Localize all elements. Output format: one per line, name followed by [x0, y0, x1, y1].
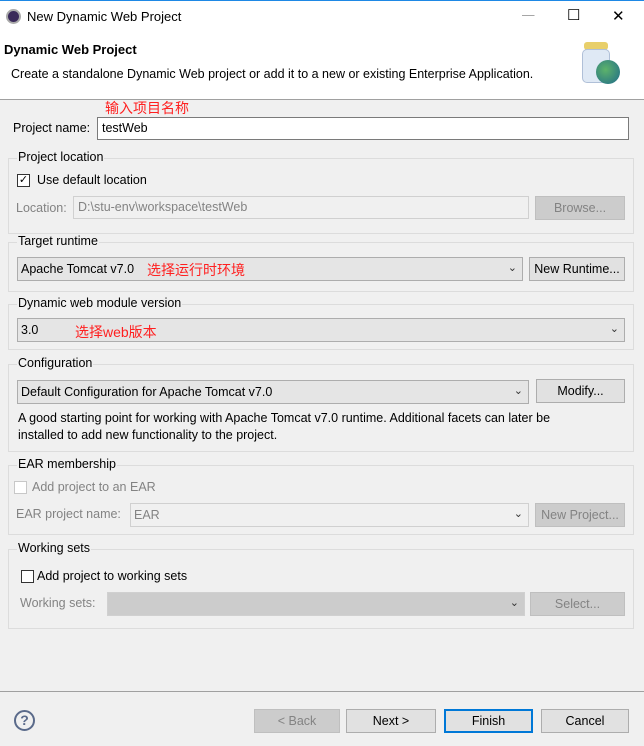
next-button[interactable]: Next >: [346, 709, 436, 733]
modify-button[interactable]: Modify...: [536, 379, 625, 403]
location-input[interactable]: D:\stu-env\workspace\testWeb: [73, 196, 529, 219]
annotation-project-name: 输入项目名称: [105, 100, 189, 116]
chevron-down-icon: ⌄: [609, 323, 619, 335]
chevron-down-icon: ⌄: [507, 262, 517, 274]
chevron-down-icon: ⌄: [513, 508, 523, 520]
group-title: Project location: [17, 150, 105, 164]
back-button[interactable]: < Back: [254, 709, 340, 733]
chevron-down-icon: ⌄: [509, 597, 519, 609]
working-sets-group: Working sets: [8, 541, 634, 629]
group-title: Working sets: [17, 541, 92, 555]
configuration-value: Default Configuration for Apache Tomcat …: [21, 385, 273, 399]
page-description: Create a standalone Dynamic Web project …: [11, 67, 534, 81]
select-button[interactable]: Select...: [530, 592, 625, 616]
module-version-value: 3.0: [21, 323, 39, 337]
add-to-working-sets-label: Add project to working sets: [37, 569, 188, 583]
working-sets-label: Working sets:: [20, 596, 96, 610]
close-button[interactable]: ✕: [612, 7, 625, 25]
project-name-input[interactable]: testWeb: [97, 117, 629, 140]
add-to-ear-label: Add project to an EAR: [32, 480, 156, 494]
configuration-description-line2: installed to add new functionality to th…: [18, 428, 278, 442]
eclipse-app-icon: [6, 9, 21, 24]
group-title: Configuration: [17, 356, 94, 370]
working-sets-combo[interactable]: ⌄: [107, 592, 525, 616]
location-label: Location:: [16, 201, 67, 215]
minimize-button[interactable]: —: [522, 8, 535, 22]
cancel-button[interactable]: Cancel: [541, 709, 629, 733]
use-default-location-checkbox[interactable]: ✓: [17, 174, 30, 187]
ear-project-name-combo[interactable]: EAR ⌄: [130, 503, 529, 527]
finish-button[interactable]: Finish: [444, 709, 533, 733]
annotation-web-version: 选择web版本: [75, 324, 157, 340]
new-project-button[interactable]: New Project...: [535, 503, 625, 527]
configuration-combo[interactable]: Default Configuration for Apache Tomcat …: [17, 380, 529, 404]
window-title: New Dynamic Web Project: [27, 9, 182, 24]
wizard-header: Dynamic Web Project Create a standalone …: [0, 32, 644, 100]
add-to-working-sets-checkbox[interactable]: [21, 570, 34, 583]
use-default-location-label: Use default location: [37, 173, 147, 187]
configuration-description-line1: A good starting point for working with A…: [18, 411, 551, 425]
project-name-label: Project name:: [13, 121, 91, 135]
group-title: EAR membership: [17, 457, 117, 471]
target-runtime-combo[interactable]: Apache Tomcat v7.0 ⌄: [17, 257, 523, 281]
target-runtime-value: Apache Tomcat v7.0: [21, 262, 135, 276]
group-title: Dynamic web module version: [17, 296, 183, 310]
ear-project-name-label: EAR project name:: [16, 507, 121, 521]
help-icon[interactable]: ?: [14, 710, 35, 731]
title-bar: New Dynamic Web Project — ☐ ✕: [0, 0, 644, 32]
add-to-ear-checkbox[interactable]: [14, 481, 27, 494]
new-runtime-button[interactable]: New Runtime...: [529, 257, 625, 281]
group-title: Target runtime: [17, 234, 99, 248]
maximize-button[interactable]: ☐: [567, 6, 580, 24]
annotation-runtime: 选择运行时环境: [147, 262, 245, 278]
browse-button[interactable]: Browse...: [535, 196, 625, 220]
footer-separator: [0, 691, 644, 692]
ear-project-name-value: EAR: [134, 508, 160, 522]
web-project-jar-globe-icon: [578, 40, 638, 96]
chevron-down-icon: ⌄: [513, 385, 523, 397]
page-title: Dynamic Web Project: [4, 42, 137, 57]
